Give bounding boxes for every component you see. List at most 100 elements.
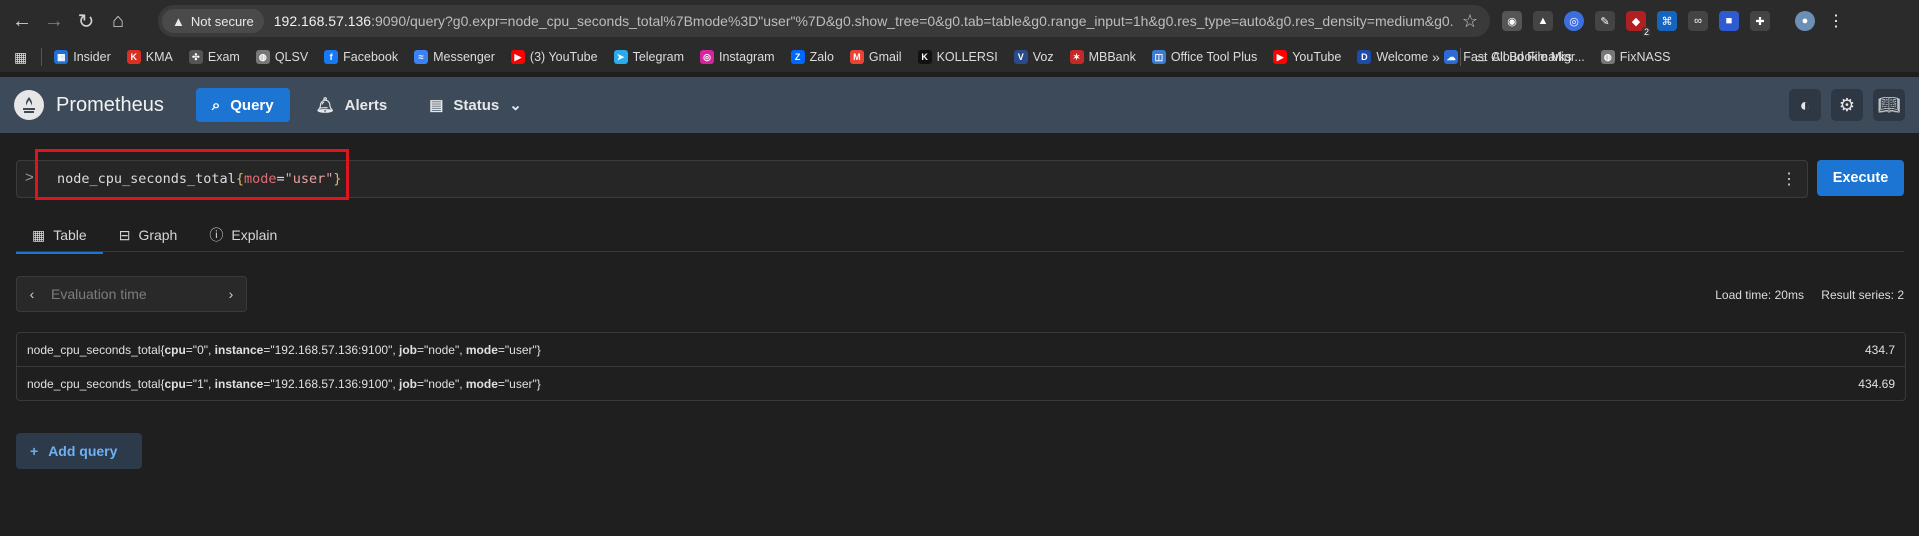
label-value: ="192.168.57.136:9100", <box>263 342 399 357</box>
bookmarks-bar: ▦ ▦ Insider K KMA ✣ Exam ◍ QLSV f Facebook ≈ Messen… <box>0 42 1919 72</box>
bookmark-item[interactable]: Z Zalo <box>790 50 834 64</box>
label-key: instance <box>214 342 264 357</box>
query-options-icon[interactable]: ⋮ <box>1781 169 1797 189</box>
chevron-left-icon[interactable]: ‹ <box>17 286 47 302</box>
result-tabs: ▦ Table ⊟ Graph ⓘ Explain <box>16 218 293 254</box>
bookmark-label: Exam <box>207 50 240 64</box>
bookmark-label: Welcome <box>1376 50 1429 64</box>
shield-extension-icon[interactable]: ◆ 2 <box>1626 11 1651 37</box>
apps-grid-icon[interactable]: ▦ <box>14 49 27 66</box>
label-key: job <box>399 342 417 357</box>
label-key: mode <box>465 376 498 391</box>
bookmark-item[interactable]: ▶ (3) YouTube <box>510 50 598 64</box>
chevron-right-icon[interactable]: › <box>216 286 246 302</box>
bookmark-favicon-icon: ◍ <box>255 50 270 64</box>
bookmark-item[interactable]: f Facebook <box>324 50 398 64</box>
add-query-label: Add query <box>48 443 118 459</box>
lock-extension-icon[interactable]: ■ <box>1719 11 1739 31</box>
label-value: ="user"} <box>497 376 541 391</box>
settings-gear-icon[interactable]: ⚙ <box>1831 89 1863 121</box>
bookmark-label: Voz <box>1032 50 1054 64</box>
label-key: cpu <box>164 342 186 357</box>
label-value: ="192.168.57.136:9100", <box>263 376 399 391</box>
bookmark-item[interactable]: M Gmail <box>849 50 902 64</box>
tab-graph-label: Graph <box>138 227 178 243</box>
security-chip[interactable]: ▲ Not secure <box>162 9 264 33</box>
label-value: ="node", <box>417 376 466 391</box>
label-key: instance <box>214 376 264 391</box>
tab-table[interactable]: ▦ Table <box>16 218 103 254</box>
nav-alerts[interactable]: 🔔︎ Alerts <box>300 88 404 122</box>
glasses-extension-icon[interactable]: ∞ <box>1688 11 1708 31</box>
kebab-menu-icon[interactable]: ⋮ <box>1826 11 1846 31</box>
series-labels: node_cpu_seconds_total{cpu="0", instance… <box>27 343 541 357</box>
search-extension-icon[interactable]: ◎ <box>1564 11 1584 31</box>
tab-graph[interactable]: ⊟ Graph <box>103 218 194 252</box>
puzzle-extension-icon[interactable]: ✚ <box>1750 11 1770 31</box>
bookmark-label: Gmail <box>868 50 902 64</box>
evaluation-time-picker[interactable]: ‹ Evaluation time › <box>16 276 247 312</box>
bookmark-item[interactable]: ◎ Instagram <box>700 50 775 64</box>
tab-explain-label: Explain <box>231 227 278 243</box>
app-title[interactable]: Prometheus <box>56 94 164 117</box>
tab-explain[interactable]: ⓘ Explain <box>193 218 293 252</box>
all-bookmarks-label: All Bookmarks <box>1491 50 1572 64</box>
bookmark-item[interactable]: ◫ Office Tool Plus <box>1151 50 1257 64</box>
execute-button[interactable]: Execute <box>1817 160 1904 196</box>
bookmark-item[interactable]: ✣ Exam <box>188 50 240 64</box>
nav-query[interactable]: ⌕ Query <box>195 88 290 122</box>
header-actions: ◐ ⚙ 📖︎ <box>1789 89 1905 121</box>
bookmark-item[interactable]: V Voz <box>1013 50 1054 64</box>
documentation-book-icon[interactable]: 📖︎ <box>1873 89 1905 121</box>
back-arrow-icon[interactable]: ← <box>6 5 38 37</box>
bell-icon: 🔔︎ <box>315 97 335 114</box>
bookmark-label: YouTube <box>1292 50 1342 64</box>
nav-query-label: Query <box>230 96 274 114</box>
bookmark-item[interactable]: ≈ Messenger <box>414 50 495 64</box>
prometheus-logo-icon[interactable] <box>14 90 44 120</box>
bookmark-item[interactable]: D Welcome <box>1357 50 1428 64</box>
table-row: node_cpu_seconds_total{cpu="1", instance… <box>17 366 1905 400</box>
plus-icon: + <box>30 443 39 459</box>
bookmark-item[interactable]: ◍ FixNASS <box>1600 50 1671 64</box>
warning-icon: ▲ <box>172 13 185 29</box>
bookmark-item[interactable]: ✶ MBBank <box>1069 50 1136 64</box>
bookmark-item[interactable]: ◍ QLSV <box>255 50 308 64</box>
nav-status-label: Status <box>453 96 500 114</box>
camera-extension-icon[interactable]: ◉ <box>1502 11 1522 31</box>
add-query-button[interactable]: + Add query <box>16 433 142 469</box>
bookmark-item[interactable]: K KOLLERSI <box>917 50 998 64</box>
nav-status[interactable]: ▤ Status ⌄ <box>413 88 538 122</box>
all-bookmarks[interactable]: ▭ All Bookmarks <box>1475 50 1572 65</box>
server-icon: ▤ <box>429 97 444 114</box>
bookmark-label: (3) YouTube <box>529 50 598 64</box>
extensions: ◉ ▲ ◎ ✎ ◆ 2 ⌘ ∞ ■ ✚ ● ⋮ <box>1502 5 1846 37</box>
bookmark-item[interactable]: K KMA <box>126 50 173 64</box>
label-key: mode <box>465 342 498 357</box>
pen-extension-icon[interactable]: ✎ <box>1595 11 1615 31</box>
address-bar[interactable]: ▲ Not secure 192.168.57.136:9090/query?g… <box>158 5 1490 37</box>
bookmark-item[interactable]: ▶ YouTube <box>1273 50 1341 64</box>
load-time: Load time: 20ms <box>1715 288 1804 302</box>
evaluation-time-input[interactable]: Evaluation time <box>47 286 216 302</box>
home-icon[interactable]: ⌂ <box>102 5 134 37</box>
tab-table-label: Table <box>53 227 87 243</box>
bookmark-item[interactable]: ▦ Insider <box>54 50 111 64</box>
triangle-extension-icon[interactable]: ▲ <box>1533 11 1553 31</box>
theme-toggle-icon[interactable]: ◐ <box>1789 89 1821 121</box>
url-text[interactable]: 192.168.57.136:9090/query?g0.expr=node_c… <box>274 13 1454 29</box>
forward-arrow-icon[interactable]: → <box>38 5 70 37</box>
annotation-highlight-box <box>35 149 349 200</box>
bookmark-star-icon[interactable]: ☆ <box>1462 11 1478 32</box>
profile-avatar-icon[interactable]: ● <box>1795 11 1815 31</box>
bookmark-label: KOLLERSI <box>936 50 998 64</box>
folder-icon: ▭ <box>1475 50 1487 65</box>
code-extension-icon[interactable]: ⌘ <box>1657 11 1677 31</box>
chevron-more-icon[interactable]: » <box>1432 49 1440 65</box>
bookmark-favicon-icon: K <box>126 50 141 64</box>
bookmark-item[interactable]: ➤ Telegram <box>613 50 684 64</box>
reload-icon[interactable]: ↻ <box>70 5 102 37</box>
expand-chevron-icon[interactable]: > <box>25 169 34 186</box>
bookmark-favicon-icon: ◍ <box>1600 50 1615 64</box>
search-icon: ⌕ <box>211 96 221 114</box>
